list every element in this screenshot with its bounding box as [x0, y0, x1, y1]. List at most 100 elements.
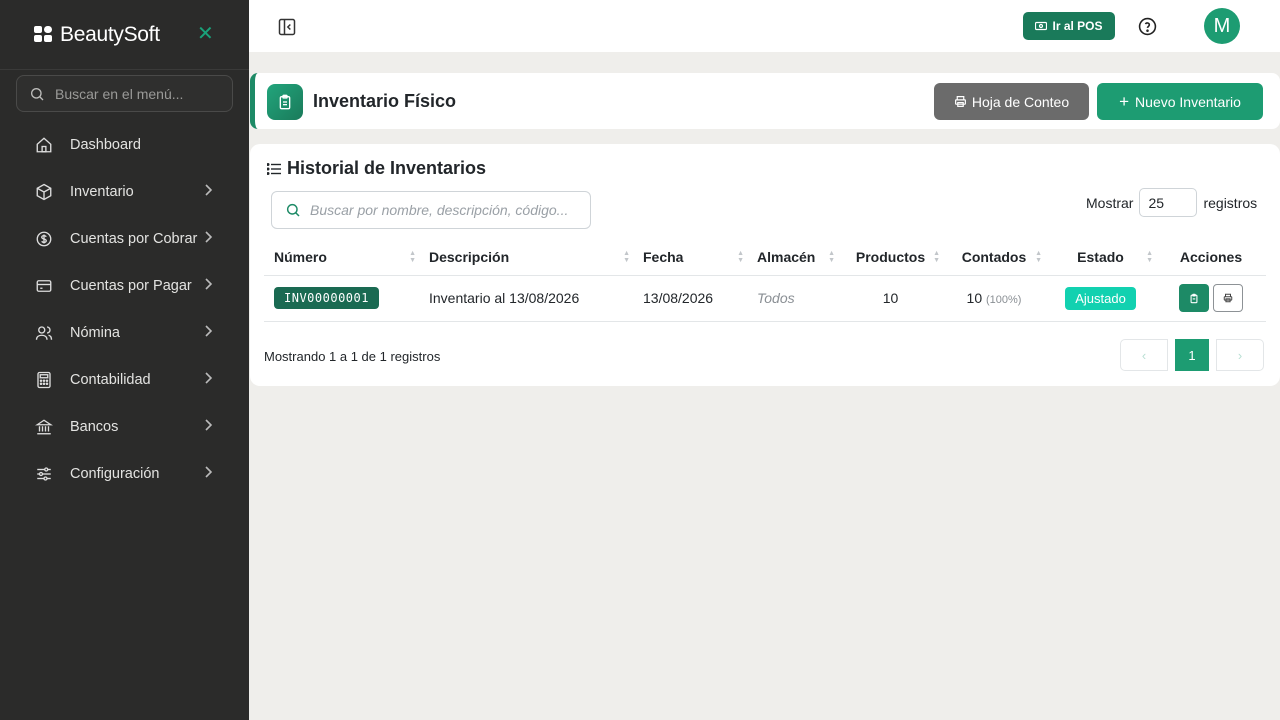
- sidebar-item-contabilidad[interactable]: Contabilidad: [0, 356, 249, 403]
- pagination: ‹ 1 ›: [1120, 339, 1264, 371]
- sort-icon: ▲ ▼: [1146, 250, 1153, 264]
- counted-value: 10: [966, 290, 983, 306]
- credit-card-icon: [34, 276, 54, 296]
- cell-warehouse: Todos: [747, 275, 838, 322]
- help-icon[interactable]: [1138, 17, 1157, 36]
- sort-icon: ▲ ▼: [1035, 250, 1042, 264]
- sort-icon: ▲ ▼: [737, 250, 744, 264]
- brand: BeautySoft ✕: [0, 0, 249, 70]
- sidebar-item-label: Cuentas por Cobrar: [70, 230, 198, 247]
- sidebar-item-bancos[interactable]: Bancos: [0, 403, 249, 450]
- inventory-history-card: Historial de Inventarios Mostrar 25 regi…: [250, 144, 1280, 386]
- page-title: Inventario Físico: [313, 91, 457, 111]
- records-label: registros: [1203, 194, 1258, 211]
- cash-icon: [1035, 21, 1048, 31]
- chevron-right-icon: [205, 419, 213, 431]
- sort-icon: ▲ ▼: [828, 250, 835, 264]
- avatar[interactable]: M: [1204, 8, 1240, 44]
- chevron-right-icon: [205, 231, 213, 243]
- clipboard-icon: [1190, 293, 1198, 303]
- cell-description: Inventario al 13/08/2026: [419, 275, 633, 322]
- sliders-icon: [34, 464, 54, 484]
- close-sidebar-icon[interactable]: ✕: [197, 22, 214, 46]
- clipboard-icon: [267, 84, 303, 120]
- sort-icon: ▲ ▼: [623, 250, 630, 264]
- page-size-control: Mostrar 25 registros: [1086, 188, 1257, 217]
- sidebar-item-cuentas-por-pagar[interactable]: Cuentas por Pagar: [0, 262, 249, 309]
- printer-icon: [1223, 293, 1233, 303]
- brand-logo-icon: [34, 25, 54, 44]
- page-size-select[interactable]: 25: [1139, 188, 1198, 217]
- cell-date: 13/08/2026: [633, 275, 747, 322]
- chevron-right-icon: [205, 325, 213, 337]
- view-inventory-button[interactable]: [1179, 284, 1209, 312]
- cell-products: 10: [838, 275, 943, 322]
- topbar: Ir al POS M: [249, 0, 1280, 52]
- sidebar: BeautySoft ✕ Dashboard Inventario Cuenta…: [0, 0, 249, 720]
- inventory-number-badge[interactable]: INV00000001: [274, 287, 379, 309]
- table-search[interactable]: [271, 191, 591, 229]
- column-header-contados[interactable]: Contados ▲ ▼: [943, 240, 1045, 276]
- sidebar-item-label: Cuentas por Pagar: [70, 277, 192, 294]
- dollar-circle-icon: [34, 229, 54, 249]
- card-title-text: Historial de Inventarios: [287, 158, 487, 178]
- inventory-table: Número ▲ ▼ Descripción ▲ ▼ Fecha ▲ ▼ Almacén ▲ ▼…: [264, 240, 1266, 322]
- previous-page-button[interactable]: ‹: [1120, 339, 1168, 371]
- sidebar-toggle-icon[interactable]: [277, 17, 297, 37]
- search-icon: [31, 87, 44, 100]
- printer-icon: [954, 96, 966, 107]
- new-inventory-label: Nuevo Inventario: [1135, 93, 1241, 110]
- sidebar-item-inventario[interactable]: Inventario: [0, 168, 249, 215]
- count-sheet-button[interactable]: Hoja de Conteo: [934, 83, 1089, 120]
- counted-percentage: (100%): [986, 294, 1022, 306]
- sidebar-item-label: Bancos: [70, 418, 119, 435]
- count-sheet-label: Hoja de Conteo: [971, 93, 1070, 110]
- search-icon: [286, 203, 300, 217]
- calculator-icon: [34, 370, 54, 390]
- sidebar-item-label: Configuración: [70, 465, 160, 482]
- bank-icon: [34, 417, 54, 437]
- list-icon: [267, 162, 281, 175]
- column-header-acciones: Acciones: [1156, 240, 1266, 276]
- sidebar-item-label: Nómina: [70, 324, 120, 341]
- sidebar-item-label: Dashboard: [70, 136, 141, 153]
- print-inventory-button[interactable]: [1213, 284, 1243, 312]
- chevron-right-icon: [205, 184, 213, 196]
- column-header-numero[interactable]: Número ▲ ▼: [264, 240, 419, 276]
- table-search-input[interactable]: [310, 202, 570, 218]
- table-row: INV00000001 Inventario al 13/08/2026 13/…: [264, 275, 1266, 322]
- cell-actions: [1156, 275, 1266, 322]
- sidebar-item-nomina[interactable]: Nómina: [0, 309, 249, 356]
- sidebar-item-label: Contabilidad: [70, 371, 151, 388]
- go-to-pos-button[interactable]: Ir al POS: [1023, 12, 1115, 40]
- cell-counted: 10 (100%): [943, 275, 1045, 322]
- users-icon: [34, 323, 54, 343]
- sort-icon: ▲ ▼: [933, 250, 940, 264]
- column-header-fecha[interactable]: Fecha ▲ ▼: [633, 240, 747, 276]
- pagination-summary: Mostrando 1 a 1 de 1 registros: [264, 349, 441, 364]
- column-header-estado[interactable]: Estado ▲ ▼: [1045, 240, 1156, 276]
- home-icon: [34, 135, 54, 155]
- sidebar-item-dashboard[interactable]: Dashboard: [0, 121, 249, 168]
- show-label: Mostrar: [1086, 194, 1134, 211]
- next-page-button[interactable]: ›: [1216, 339, 1264, 371]
- column-header-almacen[interactable]: Almacén ▲ ▼: [747, 240, 838, 276]
- plus-icon: +: [1119, 91, 1130, 111]
- sidebar-item-label: Inventario: [70, 183, 134, 200]
- page-button-current[interactable]: 1: [1175, 339, 1209, 371]
- menu-search-input[interactable]: [55, 85, 215, 102]
- menu-search[interactable]: [16, 75, 233, 112]
- column-header-descripcion[interactable]: Descripción ▲ ▼: [419, 240, 633, 276]
- cell-status: Ajustado: [1045, 275, 1156, 322]
- sidebar-item-configuracion[interactable]: Configuración: [0, 450, 249, 497]
- sidebar-nav: Dashboard Inventario Cuentas por Cobrar …: [0, 121, 249, 497]
- status-badge: Ajustado: [1065, 286, 1136, 310]
- brand-name: BeautySoft: [60, 22, 160, 46]
- chevron-right-icon: [205, 278, 213, 290]
- chevron-right-icon: [205, 372, 213, 384]
- column-header-productos[interactable]: Productos ▲ ▼: [838, 240, 943, 276]
- sidebar-item-cuentas-por-cobrar[interactable]: Cuentas por Cobrar: [0, 215, 249, 262]
- box-icon: [34, 182, 54, 202]
- chevron-right-icon: [205, 466, 213, 478]
- new-inventory-button[interactable]: + Nuevo Inventario: [1097, 83, 1263, 120]
